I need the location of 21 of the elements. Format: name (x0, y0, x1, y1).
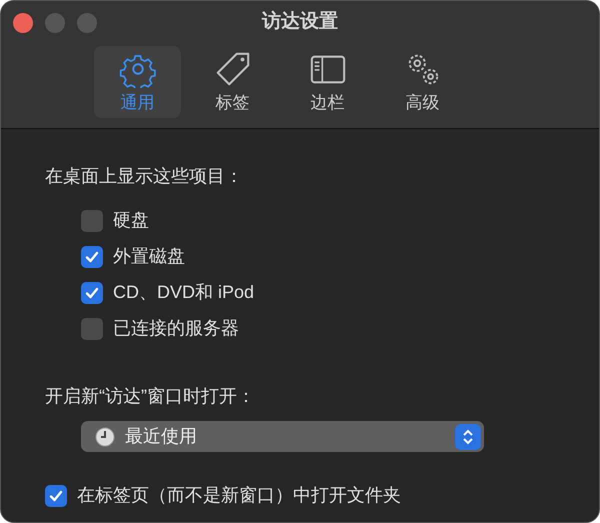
stepper-icon (455, 424, 481, 450)
toolbar-tab[interactable]: 高级 (379, 46, 466, 118)
tag-icon (214, 50, 252, 88)
window-title: 访达设置 (262, 10, 338, 34)
checkbox-label[interactable]: 硬盘 (113, 207, 149, 234)
section-heading: 开启新“访达”窗口时打开： (45, 385, 255, 408)
checkbox[interactable] (81, 210, 103, 232)
checkbox[interactable] (81, 246, 103, 268)
dropdown[interactable]: 最近使用 (81, 421, 484, 452)
toolbar-tab[interactable]: 标签 (189, 46, 276, 118)
checkbox-label[interactable]: 外置磁盘 (113, 243, 185, 270)
checkbox[interactable] (81, 282, 103, 304)
checkbox-label[interactable]: 在标签页（而不是新窗口）中打开文件夹 (77, 482, 401, 509)
checkbox-label[interactable]: 已连接的服务器 (113, 315, 239, 342)
section-heading: 在桌面上显示这些项目： (45, 165, 243, 188)
checkbox[interactable] (81, 318, 103, 340)
close-button[interactable] (13, 13, 33, 33)
clock-icon (95, 426, 115, 446)
checkbox-label[interactable]: CD、DVD和 iPod (113, 279, 254, 306)
toolbar-tab[interactable]: 边栏 (284, 46, 371, 118)
checkbox[interactable] (45, 484, 67, 506)
